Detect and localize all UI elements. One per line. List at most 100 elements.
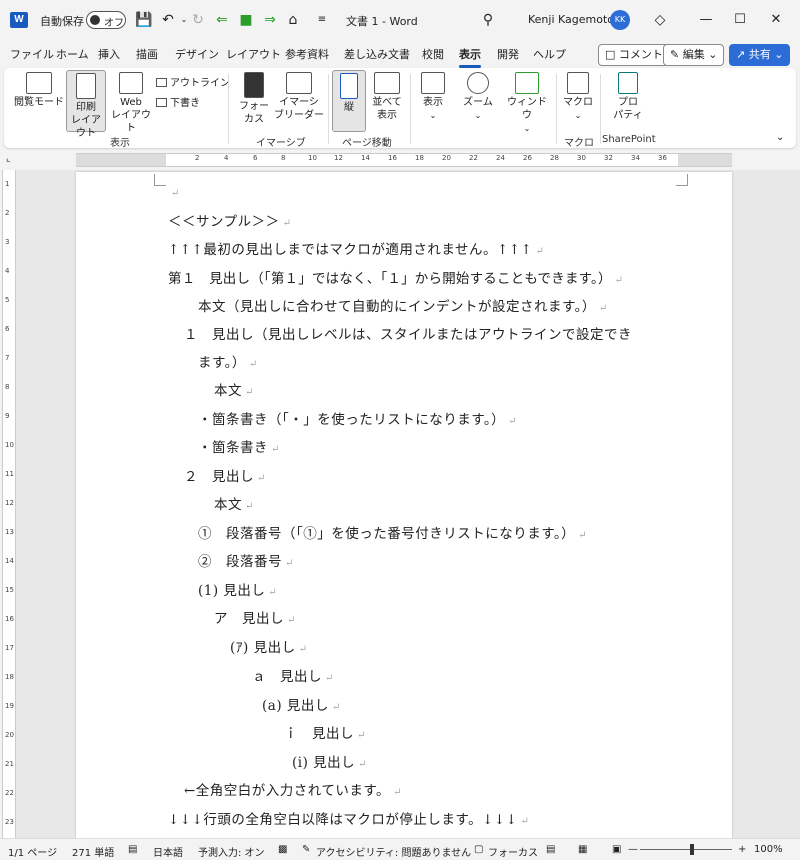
window-button[interactable]: ウィンドウ ⌄	[504, 72, 550, 135]
paragraph[interactable]: (i) 見出し ↵	[292, 751, 367, 771]
close-button[interactable]: ✕	[764, 8, 788, 32]
autosave-toggle[interactable]: オフ	[86, 11, 126, 29]
document-page[interactable]: ↵ ＜＜サンプル＞＞ ↵ ↑↑↑最初の見出しまではマクロが適用されません。↑↑↑ ↵…	[76, 172, 732, 838]
accessibility-status[interactable]: アクセシビリティ: 問題ありません	[316, 844, 471, 859]
paragraph[interactable]: ＜＜サンプル＞＞ ↵	[168, 210, 292, 230]
paragraph[interactable]: ↵	[168, 184, 180, 200]
read-mode-view-icon[interactable]: ▤	[546, 844, 555, 855]
zoom-button[interactable]: ズーム ⌄	[458, 72, 498, 122]
group-label-page-movement: ページ移動	[342, 138, 392, 149]
tab-design[interactable]: デザイン	[175, 46, 219, 62]
paragraph[interactable]: １ 見出し（見出しレベルは、スタイルまたはアウトラインで設定でき	[184, 323, 632, 343]
paragraph[interactable]: 第１ 見出し（「第１」ではなく、「１」から開始することもできます。） ↵	[168, 267, 623, 287]
print-layout-button[interactable]: 印刷 レイアウト	[66, 70, 106, 139]
proofing-icon[interactable]: ▤	[128, 844, 137, 855]
ruler-number: 20	[5, 731, 14, 739]
print-layout-view-icon[interactable]: ▦	[578, 844, 587, 855]
paragraph[interactable]: ｉ 見出し ↵	[284, 722, 366, 742]
show-button[interactable]: 表示 ⌄	[414, 72, 452, 122]
vertical-ruler[interactable]: 1 2 3 4 5 6 7 8 9 10 11 12 13 14 15 16 1…	[2, 170, 16, 838]
paragraph[interactable]: ↓↓↓行頭の全角空白以降はマクロが停止します。↓↓↓ ↵	[168, 808, 529, 828]
tab-help[interactable]: ヘルプ	[533, 46, 566, 62]
previous-heading-icon[interactable]: ⇐	[212, 10, 232, 30]
tab-view[interactable]: 表示	[459, 46, 481, 68]
tab-mailings[interactable]: 差し込み文書	[344, 46, 410, 62]
paragraph[interactable]: ア 見出し ↵	[214, 607, 296, 627]
macro-record-icon[interactable]: ▩	[278, 844, 287, 855]
ruler-number: 1	[5, 180, 10, 188]
redo-icon[interactable]: ↻	[188, 10, 208, 30]
paragraph[interactable]: ←全角空白が入力されています。 ↵	[184, 779, 402, 799]
share-button[interactable]: ↗ 共有 ⌄	[729, 44, 791, 66]
paragraph-mark-icon: ↵	[285, 558, 294, 569]
language[interactable]: 日本語	[153, 844, 183, 859]
diamond-icon[interactable]: ◇	[650, 10, 670, 30]
paragraph[interactable]: ・箇条書き ↵	[198, 436, 280, 456]
share-label: 共有	[748, 48, 771, 61]
paragraph[interactable]: 本文 ↵	[214, 493, 254, 513]
stop-icon[interactable]: ■	[236, 10, 256, 30]
paragraph-mark-icon: ↵	[358, 759, 368, 770]
side-by-side-button[interactable]: 並べて 表示	[368, 72, 406, 122]
maximize-button[interactable]: ☐	[728, 8, 752, 32]
comment-button[interactable]: □ コメント	[598, 44, 670, 66]
accessibility-icon[interactable]: ✎	[302, 844, 310, 855]
tab-layout[interactable]: レイアウト	[226, 46, 281, 62]
zoom-in-button[interactable]: +	[738, 844, 746, 855]
tab-file[interactable]: ファイル	[10, 46, 54, 62]
tab-references[interactable]: 参考資料	[285, 46, 329, 62]
paragraph[interactable]: ます。） ↵	[198, 351, 258, 371]
focus-button[interactable]: フォー カス	[236, 72, 272, 126]
tab-developer[interactable]: 開発	[497, 46, 519, 62]
vertical-button[interactable]: 縦	[332, 70, 366, 132]
macro-icon	[567, 72, 589, 94]
immersive-reader-button[interactable]: イマーシ ブリーダー	[274, 72, 324, 122]
next-heading-icon[interactable]: ⇒	[260, 10, 280, 30]
save-icon[interactable]: 💾	[134, 10, 154, 30]
paragraph[interactable]: ① 段落番号（「①」を使った番号付きリストになります。） ↵	[198, 522, 587, 542]
tab-home[interactable]: ホーム	[56, 46, 89, 62]
ruler-number: 12	[334, 154, 343, 162]
horizontal-ruler[interactable]: 2 4 6 8 10 12 14 16 18 20 22 24 26 28 30…	[76, 153, 732, 167]
paragraph[interactable]: (a) 見出し ↵	[262, 694, 341, 714]
focus-mode-label[interactable]: フォーカス	[488, 844, 538, 859]
macro-button[interactable]: マクロ ⌄	[560, 72, 596, 122]
user-name[interactable]: Kenji Kagemoto	[528, 13, 614, 26]
tab-review[interactable]: 校閲	[422, 46, 444, 62]
paragraph[interactable]: ａ 見出し ↵	[252, 665, 334, 685]
search-icon[interactable]: ⚲	[478, 10, 498, 30]
focus-mode-icon[interactable]: ▢	[474, 844, 483, 855]
zoom-slider-track[interactable]	[640, 849, 732, 850]
web-layout-button[interactable]: Web レイアウト	[110, 72, 152, 135]
web-layout-view-icon[interactable]: ▣	[612, 844, 621, 855]
zoom-slider-thumb[interactable]	[690, 844, 694, 855]
outline-button[interactable]: アウトライン	[156, 74, 230, 89]
paragraph[interactable]: (ｱ) 見出し ↵	[230, 636, 307, 656]
draft-button[interactable]: 下書き	[156, 94, 200, 109]
paragraph[interactable]: ・箇条書き（「・」を使ったリストになります。） ↵	[198, 408, 517, 428]
word-count[interactable]: 271 単語	[72, 844, 114, 859]
home-icon[interactable]: ⌂	[283, 10, 303, 30]
avatar[interactable]: KK	[610, 10, 630, 30]
edit-mode-button[interactable]: ✎ 編集 ⌄	[663, 44, 725, 66]
paragraph[interactable]: 本文 ↵	[214, 379, 254, 399]
properties-button[interactable]: プロ パティ	[608, 72, 648, 122]
paragraph[interactable]: (1) 見出し ↵	[198, 579, 277, 599]
tab-insert[interactable]: 挿入	[98, 46, 120, 62]
tab-selector-icon[interactable]: ⌞	[6, 154, 10, 164]
paragraph[interactable]: ↑↑↑最初の見出しまではマクロが適用されません。↑↑↑ ↵	[168, 238, 544, 258]
paragraph[interactable]: 本文（見出しに合わせて自動的にインデントが設定されます。） ↵	[198, 295, 608, 315]
paragraph[interactable]: ② 段落番号 ↵	[198, 550, 294, 570]
page-count[interactable]: 1/1 ページ	[8, 844, 57, 859]
text-predictions[interactable]: 予測入力: オン	[198, 844, 265, 859]
minimize-button[interactable]: —	[694, 8, 718, 32]
zoom-level[interactable]: 100%	[754, 844, 783, 855]
zoom-out-button[interactable]: —	[628, 844, 638, 855]
customize-toolbar-icon[interactable]: ≡	[312, 10, 332, 30]
read-mode-button[interactable]: 閲覧モード	[14, 72, 64, 109]
paragraph[interactable]: ２ 見出し ↵	[184, 465, 266, 485]
ribbon-collapse-icon[interactable]: ⌄	[776, 132, 784, 143]
paragraph-text: (i) 見出し	[292, 755, 356, 771]
ruler-number: 4	[224, 154, 229, 162]
tab-draw[interactable]: 描画	[136, 46, 158, 62]
